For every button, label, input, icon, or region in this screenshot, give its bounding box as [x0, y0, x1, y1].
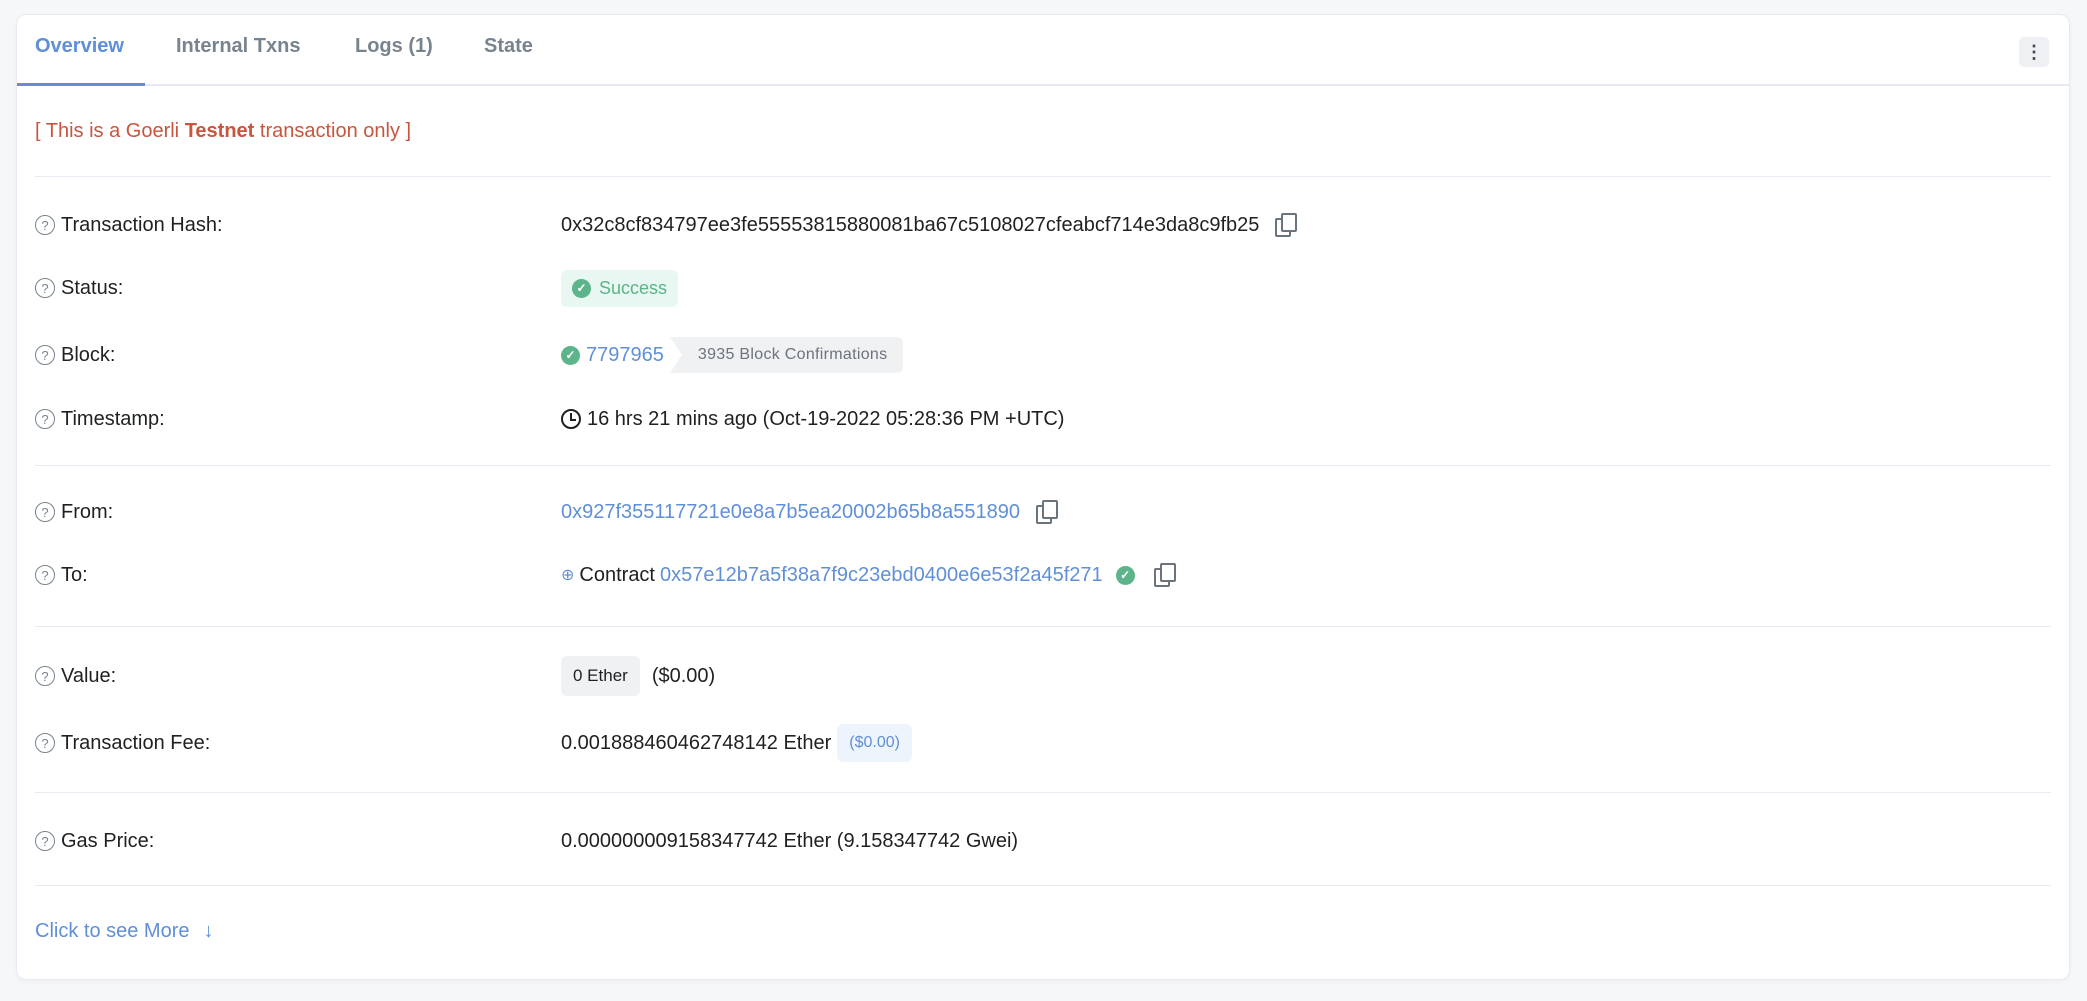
row-from: ? From: 0x927f355117721e0e8a7b5ea20002b65…	[35, 492, 2051, 532]
status-badge: ✓ Success	[561, 269, 679, 307]
fee-usd: ($0.00)	[837, 724, 912, 762]
timestamp-value: 16 hrs 21 mins ago (Oct-19-2022 05:28:36…	[587, 407, 1065, 430]
tab-logs[interactable]: Logs (1)	[355, 35, 433, 58]
contract-label: Contract	[579, 563, 655, 586]
value-usd: ($0.00)	[651, 664, 716, 687]
label: Transaction Hash:	[61, 213, 223, 236]
check-circle-icon: ✓	[561, 345, 580, 365]
to-address-link[interactable]: 0x57e12b7a5f38a7f9c23ebd0400e6e53f2a45f2…	[660, 564, 1103, 587]
tab-overview[interactable]: Overview	[35, 35, 124, 58]
fee-amount: 0.001888460462748142 Ether	[561, 731, 832, 754]
label: Status:	[61, 276, 124, 299]
row-transaction-fee: ? Transaction Fee: 0.001888460462748142 E…	[35, 723, 2051, 763]
help-icon[interactable]: ?	[35, 409, 55, 429]
zoom-in-icon: ⊕	[561, 567, 575, 584]
see-more-link[interactable]: Click to see More ↓	[35, 920, 214, 943]
value-amount: 0 Ether	[561, 656, 640, 696]
label: Transaction Fee:	[61, 731, 211, 754]
tab-bar: Overview Internal Txns Logs (1) State ⋮	[17, 15, 2069, 86]
label: To:	[61, 563, 88, 586]
row-gas-price: ? Gas Price: 0.000000009158347742 Ether (…	[35, 821, 2051, 861]
label: Value:	[61, 664, 117, 687]
block-confirmations: 3935 Block Confirmations	[669, 337, 904, 373]
label: From:	[61, 500, 114, 523]
row-timestamp: ? Timestamp: 16 hrs 21 mins ago (Oct-19-2…	[35, 399, 2051, 439]
gas-price-value: 0.000000009158347742 Ether (9.158347742 …	[561, 829, 1019, 852]
help-icon[interactable]: ?	[35, 733, 55, 753]
transaction-hash: 0x32c8cf834797ee3fe55553815880081ba67c51…	[561, 213, 1260, 236]
row-transaction-hash: ? Transaction Hash: 0x32c8cf834797ee3fe55…	[35, 205, 2051, 245]
help-icon[interactable]: ?	[35, 831, 55, 851]
tab-internal-txns[interactable]: Internal Txns	[176, 35, 300, 58]
label: Block:	[61, 343, 116, 366]
copy-icon[interactable]	[1153, 563, 1176, 587]
status-text: Success	[599, 277, 668, 298]
divider	[35, 626, 2051, 627]
copy-icon[interactable]	[1275, 213, 1298, 237]
label: Timestamp:	[61, 407, 165, 430]
notice-suffix: transaction only ]	[254, 120, 412, 142]
divider	[35, 885, 2051, 886]
see-more-text: Click to see More	[35, 920, 190, 942]
row-value: ? Value: 0 Ether ($0.00)	[35, 656, 2051, 696]
help-icon[interactable]: ?	[35, 666, 55, 686]
vertical-dots-icon: ⋮	[2025, 41, 2043, 62]
active-tab-indicator	[17, 83, 145, 86]
tab-state[interactable]: State	[484, 35, 533, 58]
divider	[35, 792, 2051, 793]
transaction-card: Overview Internal Txns Logs (1) State ⋮ …	[16, 14, 2070, 980]
help-icon[interactable]: ?	[35, 215, 55, 235]
help-icon[interactable]: ?	[35, 278, 55, 298]
notice-prefix: [ This is a Goerli	[35, 120, 185, 142]
row-block: ? Block: ✓ 7797965 3935 Block Confirmations	[35, 335, 2051, 375]
label: Gas Price:	[61, 829, 155, 852]
help-icon[interactable]: ?	[35, 502, 55, 522]
help-icon[interactable]: ?	[35, 345, 55, 365]
testnet-notice: [ This is a Goerli Testnet transaction o…	[35, 120, 411, 143]
notice-bold: Testnet	[184, 120, 255, 142]
row-to: ? To: ⊕ Contract 0x57e12b7a5f38a7f9c23ebd04…	[35, 555, 2051, 595]
block-number-link[interactable]: 7797965	[586, 344, 664, 367]
from-address-link[interactable]: 0x927f355117721e0e8a7b5ea20002b65b8a5518…	[561, 501, 1020, 524]
clock-icon	[561, 409, 581, 429]
more-options-button[interactable]: ⋮	[2019, 37, 2049, 67]
arrow-down-icon: ↓	[203, 920, 214, 942]
verified-check-icon: ✓	[1115, 565, 1135, 585]
copy-icon[interactable]	[1036, 500, 1058, 524]
help-icon[interactable]: ?	[35, 565, 55, 585]
row-status: ? Status: ✓ Success	[35, 268, 2051, 308]
divider	[35, 465, 2051, 466]
divider	[35, 176, 2051, 177]
check-circle-icon: ✓	[572, 278, 591, 298]
